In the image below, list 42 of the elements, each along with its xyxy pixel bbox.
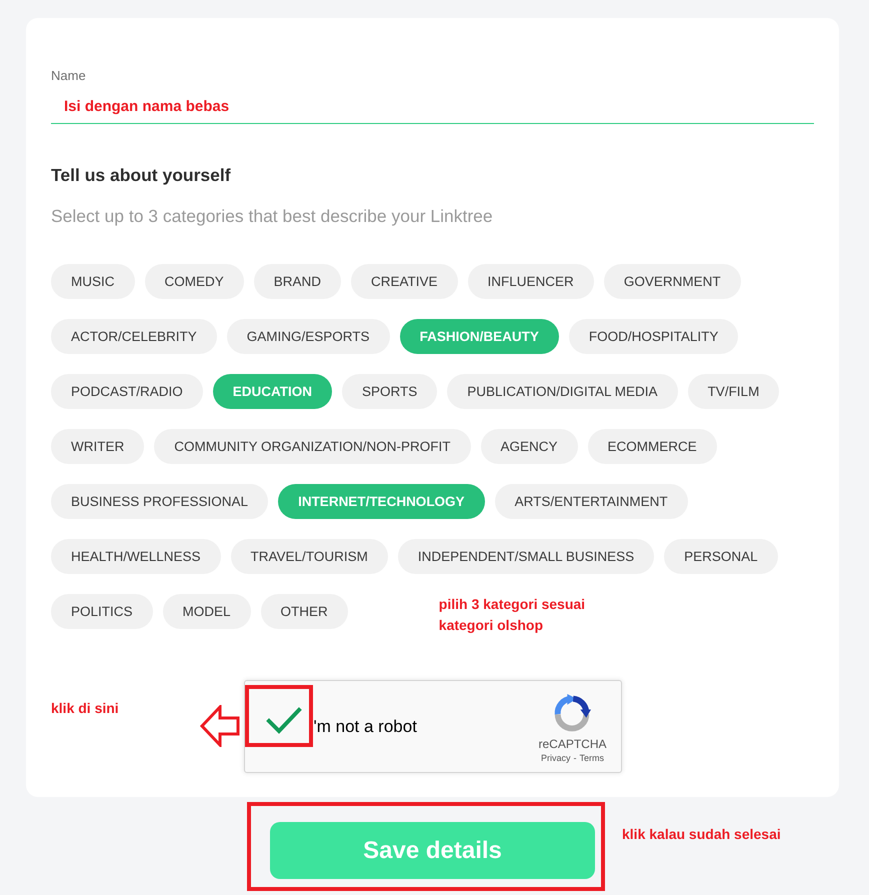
annotation-note: klik kalau sudah selesai [622, 825, 782, 844]
category-chip[interactable]: COMEDY [144, 264, 244, 299]
privacy-link[interactable]: Privacy [540, 753, 570, 764]
category-chip[interactable]: POLITICS [51, 594, 153, 629]
category-chip[interactable]: HEALTH/WELLNESS [51, 539, 221, 574]
category-chip[interactable]: TV/FILM [688, 374, 780, 409]
category-chip[interactable]: WRITER [51, 429, 144, 464]
category-chip[interactable]: PERSONAL [664, 539, 778, 574]
category-chip[interactable]: SPORTS [342, 374, 438, 409]
annotation-note: klik di sini [51, 699, 119, 718]
category-chip[interactable]: TRAVEL/TOURISM [230, 539, 388, 574]
category-chip[interactable]: FOOD/HOSPITALITY [568, 319, 738, 354]
category-chip[interactable]: MUSIC [51, 264, 134, 299]
section-heading: Tell us about yourself [51, 164, 232, 187]
category-chip[interactable]: BUSINESS PROFESSIONAL [51, 484, 268, 519]
category-chip[interactable]: INDEPENDENT/SMALL BUSINESS [398, 539, 654, 574]
checkmark-icon[interactable] [266, 707, 302, 735]
category-chip[interactable]: INFLUENCER [468, 264, 594, 299]
category-chip[interactable]: COMMUNITY ORGANIZATION/NON-PROFIT [154, 429, 470, 464]
captcha-label: 'm not a robot [314, 716, 417, 736]
category-chip[interactable]: ACTOR/CELEBRITY [51, 319, 217, 354]
name-field[interactable]: Isi dengan nama bebas [51, 92, 814, 124]
category-chip[interactable]: GOVERNMENT [604, 264, 741, 299]
captcha-brand: reCAPTCHA [538, 737, 606, 751]
category-chip[interactable]: OTHER [260, 594, 348, 629]
category-chip[interactable]: PODCAST/RADIO [51, 374, 203, 409]
circular-arrows-icon [553, 694, 592, 732]
arrow-icon [200, 705, 240, 747]
link-separator: - [574, 753, 576, 764]
category-chip[interactable]: BRAND [254, 264, 342, 299]
category-chip[interactable]: GAMING/ESPORTS [226, 319, 390, 354]
field-label: Name [51, 68, 87, 84]
annotation-note: pilih 3 kategori sesuai kategori olshop [438, 595, 586, 635]
category-chip[interactable]: ARTS/ENTERTAINMENT [494, 484, 688, 519]
highlight-frame [244, 685, 312, 747]
category-chip[interactable]: AGENCY [480, 429, 578, 464]
category-chip[interactable]: CREATIVE [351, 264, 458, 299]
section-subtitle: Select up to 3 categories that best describe your Linktree [51, 205, 494, 228]
category-chip[interactable]: PUBLICATION/DIGITAL MEDIA [447, 374, 678, 409]
category-chip[interactable]: MODEL [162, 594, 251, 629]
category-chip[interactable]: ECOMMERCE [588, 429, 717, 464]
terms-link[interactable]: Terms [580, 753, 604, 764]
